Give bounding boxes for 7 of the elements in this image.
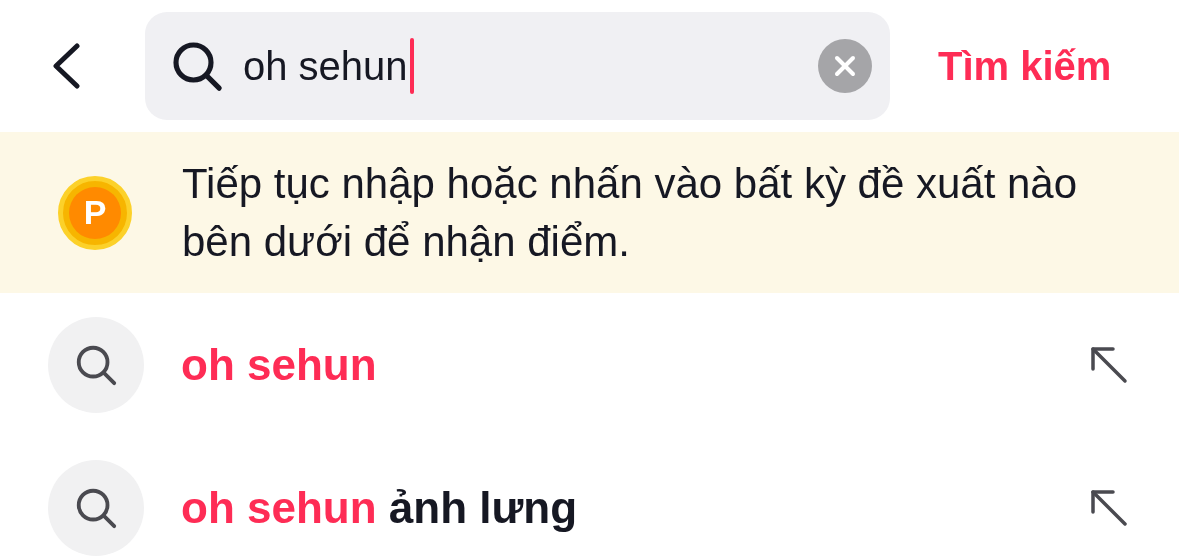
banner-text: Tiếp tục nhập hoặc nhấn vào bất kỳ đề xuất nào bên dưới để nhận điểm. [182, 158, 1079, 267]
suggestion-link[interactable]: oh sehun ảnh lưng [181, 482, 578, 533]
search-field[interactable]: oh sehun [145, 12, 890, 120]
search-button[interactable]: Tìm kiếm [938, 43, 1112, 89]
query-text: oh sehun [243, 43, 408, 89]
coin-icon: P [58, 175, 132, 250]
suggestion-link[interactable]: oh sehun [181, 339, 377, 390]
